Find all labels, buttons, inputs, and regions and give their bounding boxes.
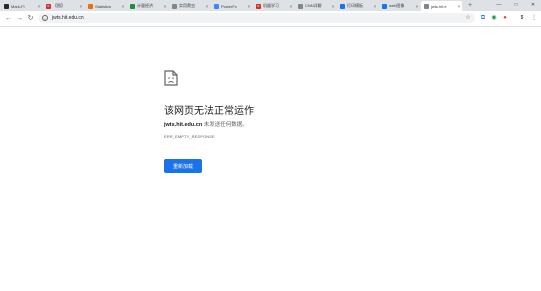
tab-title: 计量经济 <box>137 3 153 8</box>
address-bar[interactable]: i jwts.hit.edu.cn <box>38 13 475 23</box>
close-tab-icon[interactable]: × <box>204 4 210 9</box>
close-tab-icon[interactable]: × <box>414 4 420 9</box>
error-code: ERR_EMPTY_RESPONSE <box>164 134 215 139</box>
translate-icon[interactable]: ⧉ <box>479 14 487 22</box>
tab-1[interactable]: C 【图】 × <box>43 1 84 11</box>
minimize-button[interactable]: — <box>491 0 507 11</box>
page-icon <box>424 3 429 9</box>
close-tab-icon[interactable]: × <box>330 4 336 9</box>
csdn-icon: C <box>46 3 51 9</box>
error-description: jwts.hit.edu.cn 未发送任何数据。 <box>164 120 248 128</box>
error-page: 该网页无法正常运作 jwts.hit.edu.cn 未发送任何数据。 ERR_E… <box>0 27 541 291</box>
edit-icon <box>172 3 177 9</box>
tab-0[interactable]: Mark-Fi × <box>1 1 42 11</box>
toolbar: ← → ↻ i jwts.hit.edu.cn ☆ ⧉ ◉ ● 5 ⋮ <box>0 11 541 27</box>
close-tab-icon[interactable]: × <box>456 4 462 9</box>
tab-4[interactable]: 实用爬虫 × <box>169 1 210 11</box>
error-host: jwts.hit.edu.cn <box>164 122 203 128</box>
tab-strip: Mark-Fi × C 【图】 × Statistics × 计量经济 × 实用爬虫 × PowerF… <box>0 0 541 11</box>
menu-icon[interactable]: ⋮ <box>530 14 538 22</box>
tab-8[interactable]: 打印模板 × <box>337 1 378 11</box>
tab-title: CNN详解 <box>305 3 322 8</box>
close-tab-icon[interactable]: × <box>246 4 252 9</box>
extension-count-badge[interactable]: 5 <box>517 14 527 22</box>
statistics-icon <box>88 3 93 9</box>
tab-title: 打印模板 <box>347 3 363 8</box>
new-tab-button[interactable]: + <box>465 1 475 11</box>
tab-title: jwts.hit.e <box>431 3 447 9</box>
reload-button[interactable]: 重新加载 <box>164 159 202 173</box>
bracket-icon <box>340 3 345 9</box>
doc-icon <box>298 3 303 9</box>
close-tab-icon[interactable]: × <box>288 4 294 9</box>
close-tab-icon[interactable]: × <box>372 4 378 9</box>
tab-title: web图像 <box>389 3 405 8</box>
tab-5[interactable]: PowerFx × <box>211 1 252 11</box>
tab-title: 机器学习 <box>263 3 279 8</box>
close-tab-icon[interactable]: × <box>120 4 126 9</box>
tab-3[interactable]: 计量经济 × <box>127 1 168 11</box>
tab-10[interactable]: jwts.hit.e × <box>421 1 462 11</box>
tab-7[interactable]: CNN详解 × <box>295 1 336 11</box>
address-url: jwts.hit.edu.cn <box>52 15 84 21</box>
reload-icon[interactable]: ↻ <box>24 12 37 25</box>
site-info-icon[interactable]: i <box>42 15 48 21</box>
tab-2[interactable]: Statistics × <box>85 1 126 11</box>
powerfx-icon <box>214 3 219 9</box>
csdn-icon: C <box>256 3 261 9</box>
error-description-text: 未发送任何数据。 <box>202 122 248 128</box>
star-icon <box>382 3 387 9</box>
github-icon <box>4 3 9 9</box>
close-window-button[interactable]: ✕ <box>525 0 541 11</box>
error-title: 该网页无法正常运作 <box>164 106 254 117</box>
close-tab-icon[interactable]: × <box>78 4 84 9</box>
tab-6[interactable]: C 机器学习 × <box>253 1 294 11</box>
tab-title: 【图】 <box>53 3 65 8</box>
tab-title: Mark-Fi <box>11 3 25 9</box>
extension-badge-icon[interactable]: ● <box>501 14 509 22</box>
sogou-icon <box>130 3 135 9</box>
tab-title: PowerFx <box>221 3 237 9</box>
maximize-button[interactable]: □ <box>508 0 524 11</box>
tab-title: Statistics <box>95 3 112 9</box>
extension-icon[interactable]: ◉ <box>490 14 498 22</box>
close-tab-icon[interactable]: × <box>162 4 168 9</box>
tab-title: 实用爬虫 <box>179 3 195 8</box>
bookmark-star-icon[interactable]: ☆ <box>464 14 472 22</box>
sad-page-icon <box>164 70 178 86</box>
close-tab-icon[interactable]: × <box>36 4 42 9</box>
tab-9[interactable]: web图像 × <box>379 1 420 11</box>
